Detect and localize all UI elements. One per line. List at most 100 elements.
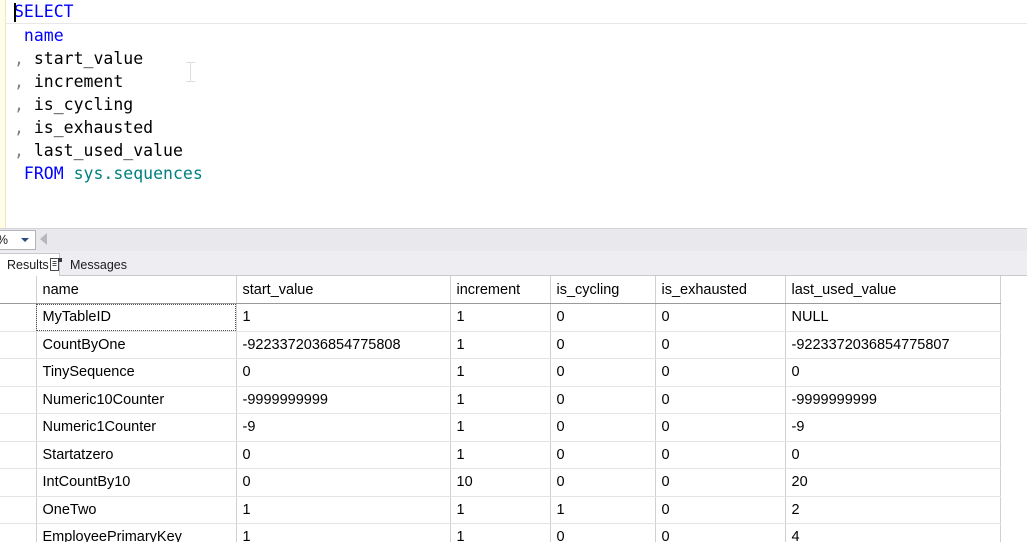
grid-cell[interactable]: 0 bbox=[236, 359, 450, 387]
grid-cell[interactable]: 1 bbox=[236, 304, 450, 332]
grid-cell[interactable]: 2 bbox=[785, 496, 1000, 524]
grid-cell[interactable]: 0 bbox=[236, 441, 450, 469]
grid-column-header[interactable]: last_used_value bbox=[785, 276, 1000, 304]
grid-cell[interactable]: 0 bbox=[550, 331, 655, 359]
grid-cell[interactable]: NULL bbox=[785, 304, 1000, 332]
code-line[interactable]: , is_cycling bbox=[6, 93, 1027, 116]
zoom-level-dropdown[interactable]: % bbox=[0, 230, 36, 250]
grid-cell[interactable]: 1 bbox=[450, 496, 550, 524]
grid-cell[interactable]: 0 bbox=[655, 414, 785, 442]
code-token: is_cycling bbox=[24, 95, 133, 114]
grid-cell[interactable]: 0 bbox=[550, 386, 655, 414]
grid-row-header[interactable] bbox=[0, 441, 36, 469]
grid-cell[interactable]: Numeric1Counter bbox=[36, 414, 236, 442]
table-row[interactable]: TinySequence01000 bbox=[0, 359, 1000, 387]
messages-icon bbox=[49, 257, 64, 272]
table-row[interactable]: Numeric1Counter-9100-9 bbox=[0, 414, 1000, 442]
grid-cell[interactable]: 1 bbox=[450, 331, 550, 359]
grid-cell[interactable]: 1 bbox=[450, 359, 550, 387]
grid-cell[interactable]: CountByOne bbox=[36, 331, 236, 359]
grid-cell[interactable]: 0 bbox=[550, 441, 655, 469]
code-line[interactable]: , start_value bbox=[6, 47, 1027, 70]
grid-row-header[interactable] bbox=[0, 414, 36, 442]
code-line[interactable]: , is_exhausted bbox=[6, 116, 1027, 139]
grid-column-header[interactable]: start_value bbox=[236, 276, 450, 304]
code-line[interactable]: name bbox=[6, 24, 1027, 47]
table-row[interactable]: CountByOne-9223372036854775808100-922337… bbox=[0, 331, 1000, 359]
grid-cell[interactable]: 10 bbox=[450, 469, 550, 497]
grid-row-header[interactable] bbox=[0, 524, 36, 542]
code-line[interactable]: , last_used_value bbox=[6, 139, 1027, 162]
grid-cell[interactable]: 0 bbox=[655, 496, 785, 524]
grid-cell[interactable]: -9223372036854775808 bbox=[236, 331, 450, 359]
editor-code-area[interactable]: SELECT name, start_value, increment, is_… bbox=[6, 0, 1027, 185]
grid-cell[interactable]: 4 bbox=[785, 524, 1000, 542]
grid-body[interactable]: MyTableID1100NULLCountByOne-922337203685… bbox=[0, 304, 1000, 542]
grid-cell[interactable]: 0 bbox=[236, 469, 450, 497]
grid-row-header[interactable] bbox=[0, 469, 36, 497]
grid-cell[interactable]: 0 bbox=[655, 441, 785, 469]
grid-cell[interactable]: 0 bbox=[655, 359, 785, 387]
grid-cell[interactable]: Numeric10Counter bbox=[36, 386, 236, 414]
code-line[interactable]: FROM sys.sequences bbox=[6, 162, 1027, 185]
grid-cell[interactable]: 0 bbox=[655, 469, 785, 497]
grid-cell[interactable]: 1 bbox=[450, 414, 550, 442]
table-row[interactable]: OneTwo11102 bbox=[0, 496, 1000, 524]
results-grid-pane[interactable]: namestart_valueincrementis_cyclingis_exh… bbox=[0, 276, 1027, 542]
grid-cell[interactable]: 1 bbox=[450, 304, 550, 332]
grid-cell[interactable]: -9 bbox=[785, 414, 1000, 442]
grid-cell[interactable]: -9999999999 bbox=[785, 386, 1000, 414]
grid-row-header[interactable] bbox=[0, 359, 36, 387]
grid-cell[interactable]: IntCountBy10 bbox=[36, 469, 236, 497]
grid-row-header[interactable] bbox=[0, 331, 36, 359]
grid-row-header[interactable] bbox=[0, 496, 36, 524]
grid-cell[interactable]: 1 bbox=[450, 386, 550, 414]
grid-row-header[interactable] bbox=[0, 386, 36, 414]
grid-column-header[interactable]: is_cycling bbox=[550, 276, 655, 304]
grid-cell[interactable]: 0 bbox=[550, 359, 655, 387]
grid-cell[interactable]: 1 bbox=[450, 441, 550, 469]
grid-cell[interactable]: 1 bbox=[236, 524, 450, 542]
table-row[interactable]: Startatzero01000 bbox=[0, 441, 1000, 469]
grid-cell[interactable]: EmployeePrimaryKey bbox=[36, 524, 236, 542]
grid-cell[interactable]: -9999999999 bbox=[236, 386, 450, 414]
grid-corner-header[interactable] bbox=[0, 276, 36, 304]
code-line[interactable]: , increment bbox=[6, 70, 1027, 93]
tab-messages[interactable]: Messages bbox=[47, 253, 135, 276]
grid-cell[interactable]: 0 bbox=[550, 469, 655, 497]
grid-cell[interactable]: 0 bbox=[785, 441, 1000, 469]
grid-cell[interactable]: 0 bbox=[550, 524, 655, 542]
grid-cell[interactable]: 0 bbox=[655, 331, 785, 359]
grid-cell[interactable]: 0 bbox=[655, 304, 785, 332]
grid-column-header[interactable]: name bbox=[36, 276, 236, 304]
grid-cell[interactable]: 0 bbox=[655, 524, 785, 542]
grid-column-header[interactable]: increment bbox=[450, 276, 550, 304]
grid-cell[interactable]: 20 bbox=[785, 469, 1000, 497]
grid-column-header[interactable]: is_exhausted bbox=[655, 276, 785, 304]
grid-cell[interactable]: -9 bbox=[236, 414, 450, 442]
code-token: , bbox=[14, 118, 24, 137]
grid-cell[interactable]: 0 bbox=[655, 386, 785, 414]
table-row[interactable]: IntCountBy100100020 bbox=[0, 469, 1000, 497]
grid-cell[interactable]: -9223372036854775807 bbox=[785, 331, 1000, 359]
table-row[interactable]: EmployeePrimaryKey11004 bbox=[0, 524, 1000, 542]
grid-cell[interactable]: TinySequence bbox=[36, 359, 236, 387]
grid-cell[interactable]: 0 bbox=[550, 414, 655, 442]
table-row[interactable]: Numeric10Counter-9999999999100-999999999… bbox=[0, 386, 1000, 414]
grid-cell[interactable]: 0 bbox=[550, 304, 655, 332]
horizontal-scroll-left-arrow[interactable] bbox=[40, 233, 47, 245]
results-grid[interactable]: namestart_valueincrementis_cyclingis_exh… bbox=[0, 276, 1001, 542]
grid-cell[interactable]: 1 bbox=[236, 496, 450, 524]
code-line[interactable]: SELECT bbox=[6, 0, 1027, 24]
sql-editor-pane[interactable]: SELECT name, start_value, increment, is_… bbox=[0, 0, 1027, 228]
grid-row-header[interactable] bbox=[0, 304, 36, 332]
grid-cell[interactable]: 1 bbox=[550, 496, 655, 524]
tab-messages-label: Messages bbox=[70, 258, 127, 272]
grid-cell[interactable]: MyTableID bbox=[36, 304, 236, 332]
grid-cell[interactable]: 0 bbox=[785, 359, 1000, 387]
grid-cell[interactable]: Startatzero bbox=[36, 441, 236, 469]
grid-cell[interactable]: 1 bbox=[450, 524, 550, 542]
grid-header: namestart_valueincrementis_cyclingis_exh… bbox=[0, 276, 1000, 304]
table-row[interactable]: MyTableID1100NULL bbox=[0, 304, 1000, 332]
grid-cell[interactable]: OneTwo bbox=[36, 496, 236, 524]
